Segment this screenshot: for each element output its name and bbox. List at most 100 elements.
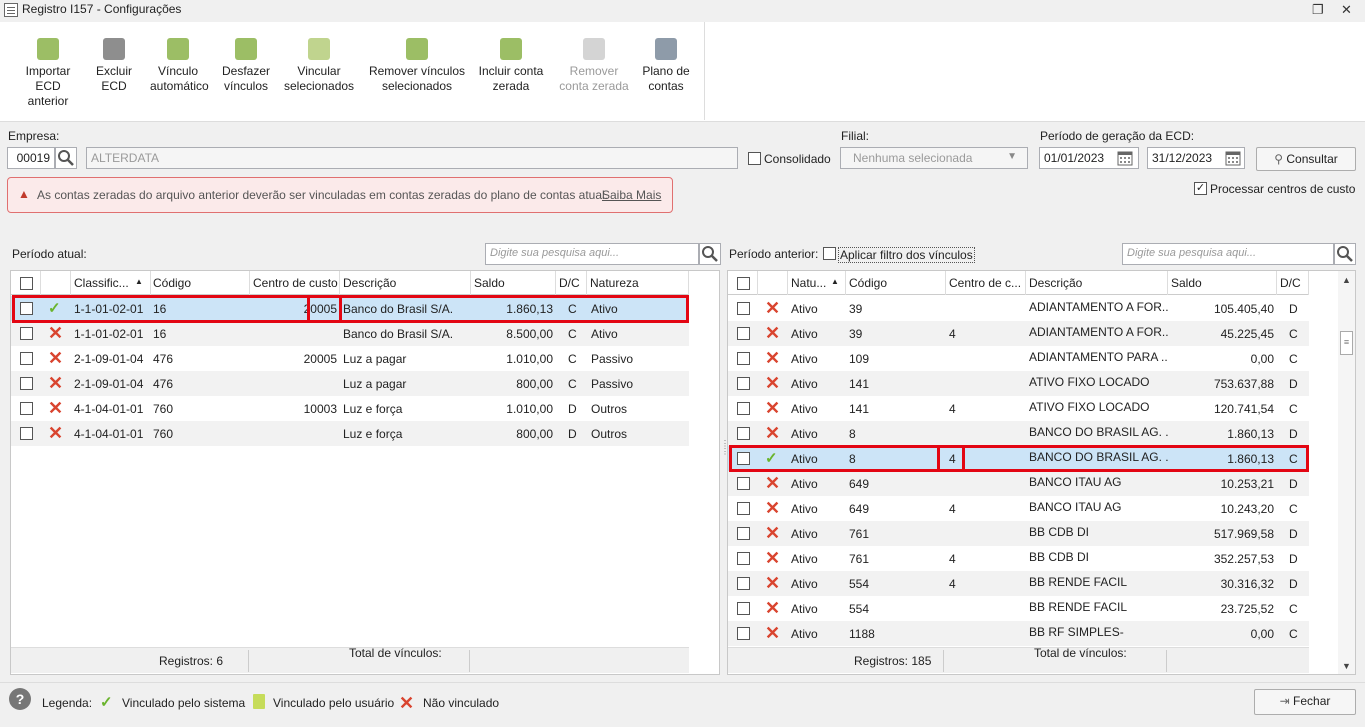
column-header[interactable]: Centro de c... <box>946 271 1026 295</box>
table-row[interactable]: ✕ Ativo 39 ADIANTAMENTO A FOR... 105.405,40 D <box>728 296 1309 321</box>
left-search-input[interactable]: Digite sua pesquisa aqui... <box>485 243 699 265</box>
fechar-button[interactable]: ⇥ Fechar <box>1254 689 1356 715</box>
row-checkbox[interactable] <box>20 427 33 440</box>
ribbon-button-7[interactable]: Remover conta zerada <box>558 34 630 94</box>
table-row[interactable]: ✕ 2-1-09-01-04 476 Luz a pagar 800,00 C Passiv… <box>11 371 689 396</box>
row-checkbox[interactable] <box>737 377 750 390</box>
column-header[interactable]: Centro de custo <box>250 271 340 295</box>
saldo-cell: 1.010,00 <box>506 402 553 416</box>
calendar-icon[interactable] <box>1224 149 1244 167</box>
column-header[interactable]: Saldo <box>1168 271 1277 295</box>
ribbon-button-8[interactable]: Plano de contas <box>640 34 692 94</box>
column-header[interactable]: Descrição <box>1026 271 1168 295</box>
row-checkbox[interactable] <box>20 277 33 290</box>
not-linked-icon: ✕ <box>765 498 781 518</box>
table-row[interactable]: ✕ Ativo 39 4 ADIANTAMENTO A FOR... 45.225,45 C <box>728 321 1309 346</box>
consolidado-checkbox[interactable] <box>748 152 761 165</box>
table-row[interactable]: ✕ 1-1-01-02-01 16 Banco do Brasil S/A. 8.500… <box>11 321 689 346</box>
calendar-icon[interactable] <box>1116 149 1136 167</box>
row-checkbox[interactable] <box>737 352 750 365</box>
table-row[interactable]: ✕ Ativo 141 4 ATIVO FIXO LOCADO 120.741,54 C <box>728 396 1309 421</box>
table-row[interactable]: ✕ Ativo 1188 BB RF SIMPLES- 0,00 C <box>728 621 1309 646</box>
splitter-handle[interactable]: ⋮ ⋮ <box>721 440 729 470</box>
saldo-cell: 10.243,20 <box>1220 502 1274 516</box>
row-checkbox[interactable] <box>737 552 750 565</box>
restore-window-icon[interactable]: ❐ <box>1312 2 1324 18</box>
column-header[interactable]: D/C <box>1277 271 1309 295</box>
row-checkbox[interactable] <box>737 527 750 540</box>
left-search-button[interactable] <box>699 243 721 265</box>
table-row[interactable]: ✕ Ativo 109 ADIANTAMENTO PARA ... 0,00 C <box>728 346 1309 371</box>
close-window-icon[interactable]: ✕ <box>1341 2 1352 18</box>
table-row[interactable]: ✕ Ativo 649 BANCO ITAU AG 10.253,21 D <box>728 471 1309 496</box>
table-row[interactable]: ✕ Ativo 761 4 BB CDB DI 352.257,53 D <box>728 546 1309 571</box>
codigo-cell: 39 <box>849 302 863 316</box>
ribbon-button-2[interactable]: Vínculo automático <box>150 34 209 94</box>
ribbon-button-0[interactable]: Importar ECD anterior <box>14 34 82 109</box>
ribbon-button-3[interactable]: Desfazer vínculos <box>219 34 273 94</box>
row-checkbox[interactable] <box>737 402 750 415</box>
table-row[interactable]: ✕ Ativo 649 4 BANCO ITAU AG 10.243,20 C <box>728 496 1309 521</box>
centro-cell <box>250 421 340 446</box>
undo-link-icon <box>235 38 257 60</box>
column-header[interactable]: Código <box>846 271 946 295</box>
table-row[interactable]: ✕ 4-1-04-01-01 760 10003 Luz e força 1.010,00… <box>11 396 689 421</box>
header-cell <box>41 271 71 295</box>
help-icon[interactable]: ? <box>9 688 31 710</box>
date-end-value: 31/12/2023 <box>1152 151 1213 165</box>
natureza-cell: Ativo <box>591 327 618 341</box>
row-checkbox[interactable] <box>737 327 750 340</box>
right-scrollbar[interactable]: ▲ ≡ ▼ <box>1338 271 1355 674</box>
table-row[interactable]: ✕ Ativo 8 BANCO DO BRASIL AG. ... 1.860,13 D <box>728 421 1309 446</box>
column-header[interactable]: D/C <box>556 271 587 295</box>
scroll-up-icon[interactable]: ▲ <box>1342 275 1351 285</box>
scroll-down-icon[interactable]: ▼ <box>1342 661 1351 671</box>
row-checkbox[interactable] <box>20 352 33 365</box>
ribbon-button-5[interactable]: Remover vínculos selecionados <box>366 34 468 94</box>
saiba-mais-link[interactable]: Saiba Mais <box>602 188 661 202</box>
row-checkbox[interactable] <box>737 577 750 590</box>
column-header[interactable]: Saldo <box>471 271 556 295</box>
alert-text: As contas zeradas do arquivo anterior de… <box>37 188 609 202</box>
row-checkbox[interactable] <box>737 277 750 290</box>
consultar-button[interactable]: ⚲ Consultar <box>1256 147 1356 171</box>
saldo-cell: 120.741,54 <box>1213 402 1274 416</box>
table-row[interactable]: ✕ 4-1-04-01-01 760 Luz e força 800,00 D Outros <box>11 421 689 446</box>
natureza-cell: Ativo <box>791 377 818 391</box>
empresa-search-button[interactable] <box>55 147 77 169</box>
row-checkbox[interactable] <box>20 402 33 415</box>
ribbon-button-1[interactable]: Excluir ECD <box>92 34 136 94</box>
not-linked-icon: ✕ <box>765 573 781 593</box>
scroll-thumb[interactable]: ≡ <box>1340 331 1353 355</box>
search-icon <box>1337 246 1353 262</box>
row-checkbox[interactable] <box>20 327 33 340</box>
filial-select[interactable]: Nenhuma selecionada ▼ <box>840 147 1028 169</box>
descricao-cell: BB RENDE FACIL <box>1029 600 1128 614</box>
ribbon-label: Importar <box>25 64 71 78</box>
row-checkbox[interactable] <box>737 477 750 490</box>
row-checkbox[interactable] <box>737 302 750 315</box>
dc-cell: D <box>1289 527 1298 541</box>
row-checkbox[interactable] <box>737 627 750 640</box>
codigo-cell: 476 <box>153 352 174 366</box>
table-row[interactable]: ✕ Ativo 554 BB RENDE FACIL 23.725,52 C <box>728 596 1309 621</box>
ribbon-button-4[interactable]: Vincular selecionados <box>284 34 354 94</box>
right-search-input[interactable]: Digite sua pesquisa aqui... <box>1122 243 1334 265</box>
descricao-cell: BANCO ITAU AG <box>1029 500 1122 514</box>
right-search-button[interactable] <box>1334 243 1356 265</box>
table-row[interactable]: ✕ 2-1-09-01-04 476 20005 Luz a pagar 1.010,00… <box>11 346 689 371</box>
row-checkbox[interactable] <box>737 427 750 440</box>
table-row[interactable]: ✕ Ativo 554 4 BB RENDE FACIL 30.316,32 D <box>728 571 1309 596</box>
column-header[interactable]: Natureza <box>587 271 689 295</box>
aplicar-filtro-checkbox[interactable] <box>823 247 836 260</box>
column-header[interactable]: Descrição <box>340 271 471 295</box>
empresa-code-input[interactable]: 00019 <box>7 147 55 169</box>
processar-checkbox[interactable]: ✓ <box>1194 182 1207 195</box>
row-checkbox[interactable] <box>737 602 750 615</box>
ribbon-button-6[interactable]: Incluir conta zerada <box>475 34 547 94</box>
table-row[interactable]: ✕ Ativo 141 ATIVO FIXO LOCADO 753.637,88 D <box>728 371 1309 396</box>
column-header[interactable]: Código <box>150 271 250 295</box>
table-row[interactable]: ✕ Ativo 761 BB CDB DI 517.969,58 D <box>728 521 1309 546</box>
row-checkbox[interactable] <box>20 377 33 390</box>
row-checkbox[interactable] <box>737 502 750 515</box>
